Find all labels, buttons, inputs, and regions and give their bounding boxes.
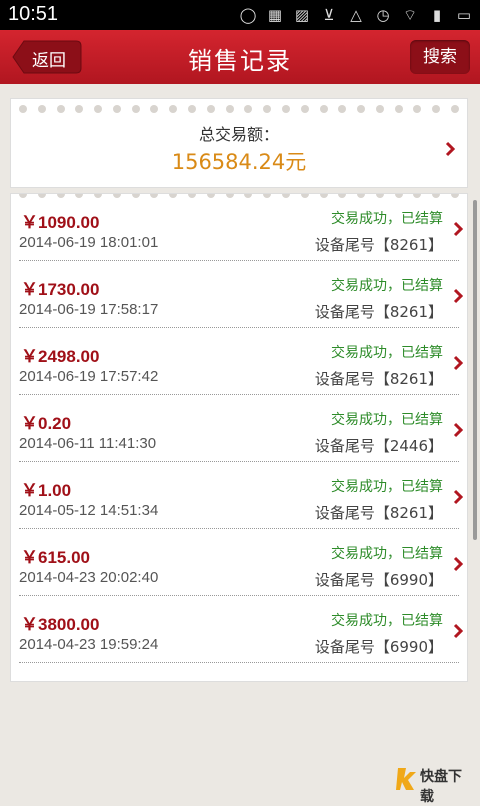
list-item[interactable]: ￥1.00 交易成功，已结算 2014-05-12 14:51:34 设备尾号【… — [11, 462, 467, 529]
price: ￥1730.00 — [21, 280, 100, 299]
timestamp: 2014-06-11 11:41:30 — [19, 435, 157, 452]
device-number: 设备尾号【8261】 — [314, 370, 443, 388]
status-text: 交易成功，已结算 — [331, 412, 443, 428]
chevron-right-icon — [453, 221, 463, 237]
search-button[interactable]: 搜索 — [410, 40, 470, 74]
grid-icon: ▦ — [267, 6, 283, 24]
battery-icon: ▭ — [456, 6, 472, 24]
list-item[interactable]: ￥2498.00 交易成功，已结算 2014-06-19 17:57:42 设备… — [11, 328, 467, 395]
status-text: 交易成功，已结算 — [331, 345, 443, 361]
chevron-right-icon — [453, 288, 463, 304]
clock: 10:51 — [8, 3, 59, 25]
watermark-logo: 快盘下载 — [396, 764, 472, 804]
total-amount: 156584.24元 — [171, 150, 307, 174]
device-number: 设备尾号【6990】 — [314, 638, 443, 656]
total-label: 总交易额： — [198, 125, 279, 144]
image-icon: ▨ — [294, 6, 310, 24]
chevron-right-icon — [445, 141, 455, 157]
status-icons: ◯ ▦ ▨ ⊻ △ ◷ ⌔ ▮ ▭ — [238, 4, 474, 26]
scrollbar[interactable] — [473, 200, 477, 540]
timestamp: 2014-06-19 18:01:01 — [19, 234, 159, 251]
title-bar: 返回 销售记录 搜索 — [0, 30, 480, 84]
chevron-right-icon — [453, 623, 463, 639]
warning-icon: △ — [350, 6, 362, 24]
watermark-text: 快盘下载 — [420, 768, 462, 804]
status-bar: 10:51 ◯ ▦ ▨ ⊻ △ ◷ ⌔ ▮ ▭ — [0, 0, 480, 30]
price: ￥1090.00 — [21, 213, 100, 232]
device-number: 设备尾号【2446】 — [314, 437, 443, 455]
timestamp: 2014-06-19 17:57:42 — [19, 368, 159, 385]
status-text: 交易成功，已结算 — [331, 278, 443, 294]
page-title: 销售记录 — [188, 47, 292, 75]
device-number: 设备尾号【8261】 — [314, 504, 443, 522]
price: ￥1.00 — [21, 481, 72, 500]
signal-icon: ▮ — [432, 6, 442, 24]
list-item[interactable]: ￥3800.00 交易成功，已结算 2014-04-23 19:59:24 设备… — [11, 596, 467, 663]
list-item[interactable]: ￥0.20 交易成功，已结算 2014-06-11 11:41:30 设备尾号【… — [11, 395, 467, 462]
divider — [19, 662, 459, 663]
status-text: 交易成功，已结算 — [331, 211, 443, 227]
watermark-icon — [396, 768, 416, 790]
wifi-icon: ⌔ — [402, 6, 418, 24]
timestamp: 2014-04-23 19:59:24 — [19, 636, 159, 653]
status-text: 交易成功，已结算 — [331, 479, 443, 495]
chat-icon: ◯ — [239, 6, 257, 24]
timestamp: 2014-04-23 20:02:40 — [19, 569, 159, 586]
device-number: 设备尾号【8261】 — [314, 236, 443, 254]
price: ￥615.00 — [21, 548, 90, 567]
record-list: ￥1090.00 交易成功，已结算 2014-06-19 18:01:01 设备… — [10, 193, 468, 682]
price: ￥0.20 — [21, 414, 72, 433]
chevron-right-icon — [453, 355, 463, 371]
list-item[interactable]: ￥1730.00 交易成功，已结算 2014-06-19 17:58:17 设备… — [11, 261, 467, 328]
total-summary-card[interactable]: 总交易额： 156584.24元 — [10, 98, 468, 188]
list-item[interactable]: ￥615.00 交易成功，已结算 2014-04-23 20:02:40 设备尾… — [11, 529, 467, 596]
timestamp: 2014-06-19 17:58:17 — [19, 301, 159, 318]
device-number: 设备尾号【6990】 — [314, 571, 443, 589]
device-number: 设备尾号【8261】 — [314, 303, 443, 321]
status-text: 交易成功，已结算 — [331, 546, 443, 562]
chevron-right-icon — [453, 489, 463, 505]
perforation-dots — [19, 105, 459, 113]
price: ￥2498.00 — [21, 347, 100, 366]
alarm-icon: ◷ — [376, 6, 390, 24]
chevron-right-icon — [453, 422, 463, 438]
price: ￥3800.00 — [21, 615, 100, 634]
chevron-right-icon — [453, 556, 463, 572]
status-text: 交易成功，已结算 — [331, 613, 443, 629]
list-item[interactable]: ￥1090.00 交易成功，已结算 2014-06-19 18:01:01 设备… — [11, 194, 467, 261]
timestamp: 2014-05-12 14:51:34 — [19, 502, 159, 519]
download-icon: ⊻ — [323, 6, 335, 24]
